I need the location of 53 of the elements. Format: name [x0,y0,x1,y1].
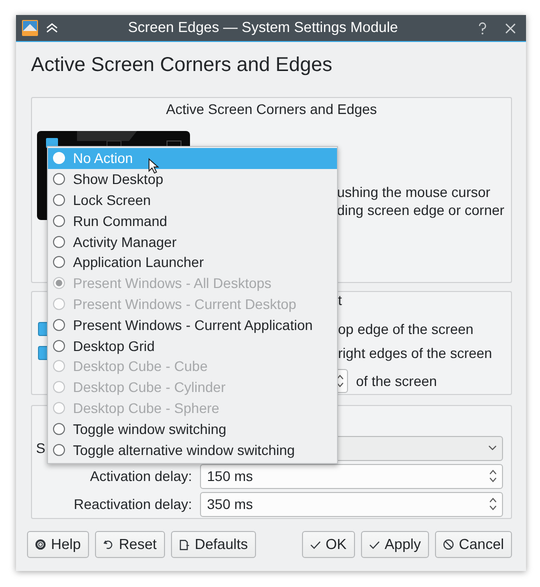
app-icon [22,20,38,36]
page-heading: Active Screen Corners and Edges [31,54,334,78]
spin-arrows-icon [336,374,344,388]
spin-box[interactable]: 350 ms [200,492,503,516]
help-icon[interactable] [478,22,487,34]
checkmark-icon [368,540,380,550]
radio-button[interactable] [53,444,65,456]
menu-item[interactable]: Desktop Grid [48,335,337,356]
radio-button[interactable] [53,236,65,248]
menu-item[interactable]: Toggle alternative window switching [48,439,337,460]
field-label: Activation delay: [89,468,193,484]
checkbox-label: right edges of the screen [338,345,492,361]
lifebuoy-icon [35,539,46,550]
menu-item[interactable]: Lock Screen [48,190,337,210]
close-icon[interactable] [505,22,516,34]
keep-above-icon[interactable] [46,23,58,33]
field-label: S [36,440,46,456]
description-text: ding screen edge or corner [337,201,504,219]
mouse-cursor-icon [148,158,159,174]
checkmark-icon [310,540,321,550]
menu-item[interactable]: Show Desktop [48,168,337,190]
chevron-down-icon [488,445,497,451]
confirm-button[interactable]: OK [302,531,355,558]
checkbox-label: op edge of the screen [338,321,474,337]
radio-button[interactable] [53,173,65,186]
menu-item[interactable]: Toggle window switching [48,418,337,440]
spin-arrows-icon [489,497,497,511]
cancel-icon [442,539,454,550]
cancel-button[interactable]: Cancel [434,531,512,558]
radio-button[interactable] [53,422,65,435]
spin-suffix: of the screen [356,373,437,389]
radio-button[interactable] [53,340,65,352]
spin-arrows-icon [489,469,497,483]
reset-button[interactable]: Reset [94,531,165,558]
window-title: Screen Edges — System Settings Module [127,20,399,36]
menu-item[interactable]: Run Command [48,210,337,232]
help-button[interactable]: Help [27,531,89,558]
document-icon [178,538,190,550]
group-title: Active Screen Corners and Edges [165,100,378,119]
radio-button[interactable] [53,214,65,227]
radio-button[interactable] [53,194,65,206]
spin-box[interactable]: 150 ms [200,464,503,488]
defaults-button[interactable]: Defaults [170,531,256,558]
menu-item[interactable]: Present Windows - Current Application [48,314,337,336]
radio-button[interactable] [53,256,65,268]
group-title: t [338,292,343,309]
description-text: ushing the mouse cursor [337,183,492,201]
field-label: Reactivation delay: [72,496,193,512]
menu-item[interactable]: Activity Manager [48,231,337,252]
confirm-button[interactable]: Apply [360,531,429,558]
menu-item[interactable]: Application Launcher [48,252,337,273]
radio-button[interactable] [53,318,65,331]
undo-icon [102,539,114,550]
